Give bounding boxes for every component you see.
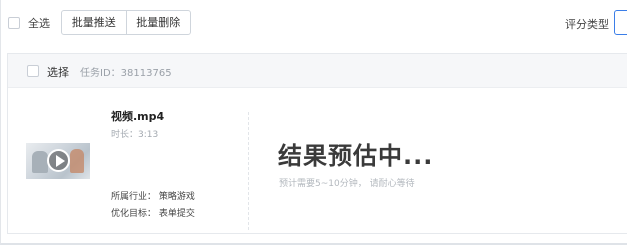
rating-type-select[interactable]: [614, 10, 627, 35]
industry-info: 所属行业： 策略游戏: [111, 192, 195, 202]
task-id: 任务ID：38113765: [80, 64, 172, 79]
task-card: 选择 任务ID：38113765 视频.mp4 时长：3:13 所属行业： 策略…: [7, 53, 627, 234]
video-duration: 时长：3:13: [111, 130, 159, 140]
thumbnail-person-left: [32, 151, 48, 173]
batch-push-button[interactable]: 批量推送: [62, 11, 126, 34]
section-divider: [248, 112, 249, 230]
task-select-checkbox[interactable]: [27, 65, 39, 77]
video-thumbnail[interactable]: [26, 143, 90, 179]
task-select-label[interactable]: 选择: [47, 64, 69, 80]
rating-type-label: 评分类型: [565, 18, 609, 31]
result-status-subtitle: 预计需要5~10分钟， 请耐心等待: [279, 179, 415, 189]
thumbnail-person-right: [70, 149, 84, 173]
video-name: 视频.mp4: [111, 110, 165, 123]
toolbar: 全选 批量推送 批量删除 评分类型: [0, 10, 627, 36]
task-id-label: 任务ID：: [80, 68, 121, 79]
batch-actions-group: 批量推送 批量删除: [61, 10, 191, 35]
result-status-title: 结果预估中...: [278, 142, 434, 170]
batch-delete-button[interactable]: 批量删除: [125, 11, 191, 34]
task-id-value: 38113765: [120, 68, 172, 79]
optimization-goal-info: 优化目标： 表单提交: [111, 209, 195, 219]
task-card-header: 选择 任务ID：38113765: [8, 54, 627, 88]
select-all-label[interactable]: 全选: [28, 15, 50, 31]
play-icon[interactable]: [47, 149, 70, 172]
select-all-checkbox[interactable]: [8, 17, 20, 29]
